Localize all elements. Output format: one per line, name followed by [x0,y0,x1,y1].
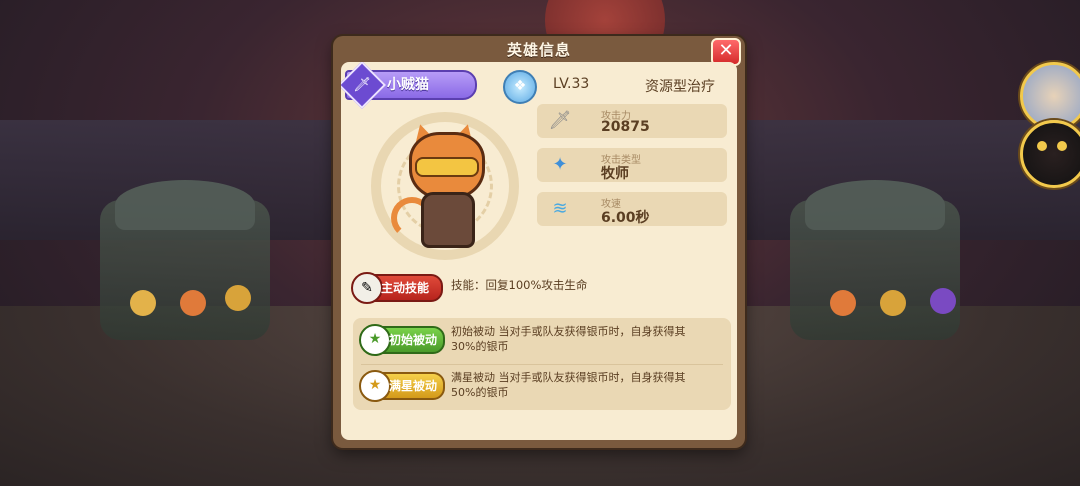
hero-level: LV.33 [553,76,590,92]
ally-unit [180,290,206,316]
hero-name-ribbon: 🗡 小贼猫 [341,62,477,110]
star-icon: ★ [359,370,391,402]
hero-portrait-mask [415,157,479,177]
crystal-icon: ✦ [552,154,568,175]
scroll-icon: ✎ [351,272,383,304]
stat-attack-speed: ≋ 攻速 6.00秒 [537,192,727,226]
left-war-cart [100,180,270,340]
passive-description-line: 满星被动 当对手或队友获得银币时，自身获得其 [451,371,686,384]
hero-info-dialog: 英雄信息 ✕ 🗡 小贼猫 ❖ LV.33 资源型治疗 🗡 攻击力 20875 ✦… [333,36,745,448]
hero-role: 资源型治疗 [645,79,715,95]
active-skill-badge[interactable]: ✎ 主动技能 [351,272,443,304]
max-star-passive-badge[interactable]: ★ 满星被动 [359,370,445,402]
hero-portrait-body [421,192,475,248]
wind-icon: ≋ [552,198,568,219]
initial-passive-badge[interactable]: ★ 初始被动 [359,324,445,356]
hero-name: 小贼猫 [387,77,429,93]
enemy-unit [830,290,856,316]
passive-badge-label: 初始被动 [389,333,438,347]
passive-description-line: 30%的银币 [451,340,509,353]
dialog-body: 🗡 小贼猫 ❖ LV.33 资源型治疗 🗡 攻击力 20875 ✦ 攻击类型 牧… [341,62,737,440]
passive-badge-label: 满星被动 [389,379,438,393]
passive-description-line: 50%的银币 [451,386,509,399]
stat-attack: 🗡 攻击力 20875 [537,104,727,138]
hero-avatar-black-cat[interactable] [1020,120,1080,188]
passive-description: 满星被动 当对手或队友获得银币时，自身获得其 50%的银币 [451,370,721,400]
ally-unit [225,285,251,311]
active-skill-description: 技能：回复100%攻击生命 [451,278,588,292]
star-icon: ★ [359,324,391,356]
right-war-cart [790,180,960,340]
passive-row-initial: ★ 初始被动 初始被动 当对手或队友获得银币时，自身获得其 30%的银币 [353,318,731,365]
dagger-icon: 🗡 [341,62,387,110]
enemy-unit [880,290,906,316]
passive-description-line: 初始被动 当对手或队友获得银币时，自身获得其 [451,325,686,338]
active-skill-label: 主动技能 [381,281,430,295]
stat-attack-type: ✦ 攻击类型 牧师 [537,148,727,182]
sword-icon: 🗡 [548,110,572,131]
cat-eye-icon [1057,141,1067,151]
passive-skills-panel: ★ 初始被动 初始被动 当对手或队友获得银币时，自身获得其 30%的银币 ★ 满… [353,318,731,410]
water-gem-icon: ❖ [503,70,537,104]
stat-value: 牧师 [601,166,629,182]
passive-description: 初始被动 当对手或队友获得银币时，自身获得其 30%的银币 [451,324,721,354]
close-icon: ✕ [718,40,734,61]
ally-unit [130,290,156,316]
stat-value: 6.00秒 [601,210,650,226]
enemy-unit [930,288,956,314]
cat-eye-icon [1037,141,1047,151]
stat-value: 20875 [601,119,650,135]
passive-row-max-star: ★ 满星被动 满星被动 当对手或队友获得银币时，自身获得其 50%的银币 [353,364,731,410]
dialog-title: 英雄信息 [506,41,571,59]
